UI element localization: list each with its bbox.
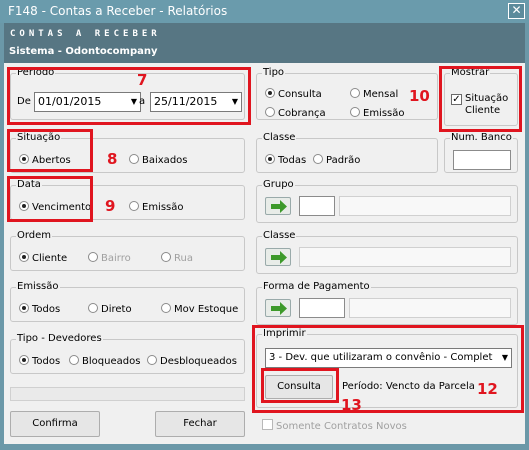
confirma-button[interactable]: Confirma bbox=[10, 411, 100, 437]
arrow-right-icon bbox=[271, 302, 287, 315]
annotation-box-10 bbox=[439, 66, 522, 132]
radio-icon bbox=[88, 303, 98, 313]
grupo-search-button[interactable] bbox=[265, 197, 291, 215]
devedores-bloqueados-radio[interactable]: Bloqueados bbox=[69, 355, 140, 368]
devedores-todos-radio[interactable]: Todos bbox=[19, 355, 60, 368]
ordem-group: Ordem Cliente Bairro Rua bbox=[10, 230, 245, 271]
emissao-legend: Emissão bbox=[16, 281, 60, 293]
radio-icon bbox=[350, 88, 360, 98]
annotation-box-7 bbox=[7, 67, 251, 125]
ordem-cliente-radio[interactable]: Cliente bbox=[19, 252, 67, 265]
tipo-devedores-legend: Tipo - Devedores bbox=[16, 333, 103, 345]
radio-icon bbox=[265, 88, 275, 98]
devedores-desbloqueados-radio[interactable]: Desbloqueados bbox=[147, 355, 237, 368]
annotation-number-9: 9 bbox=[105, 197, 116, 215]
radio-icon bbox=[265, 154, 275, 164]
radio-icon bbox=[88, 252, 98, 262]
emissao-group: Emissão Todos Direto Mov Estoque bbox=[10, 281, 245, 322]
num-banco-group: Num. Banco bbox=[444, 132, 518, 173]
radio-icon bbox=[19, 303, 29, 313]
grupo-code-input[interactable] bbox=[299, 196, 335, 216]
emissao-todos-radio[interactable]: Todos bbox=[19, 303, 60, 316]
ordem-legend: Ordem bbox=[16, 230, 53, 242]
annotation-number-12: 12 bbox=[477, 380, 498, 398]
situacao-baixados-radio[interactable]: Baixados bbox=[129, 154, 188, 167]
annotation-number-13: 13 bbox=[341, 396, 362, 414]
radio-icon bbox=[129, 154, 139, 164]
radio-icon bbox=[129, 201, 139, 211]
radio-icon bbox=[69, 355, 79, 365]
grupo-legend: Grupo bbox=[262, 179, 295, 191]
radio-icon bbox=[147, 355, 157, 365]
progress-bar bbox=[10, 387, 245, 401]
tipo-mensal-radio[interactable]: Mensal bbox=[350, 88, 398, 101]
num-banco-input[interactable] bbox=[453, 150, 511, 170]
emissao-mov-estoque-radio[interactable]: Mov Estoque bbox=[161, 303, 238, 316]
classe2-group: Classe bbox=[256, 230, 518, 274]
arrow-right-icon bbox=[271, 251, 287, 264]
data-emissao-radio[interactable]: Emissão bbox=[129, 201, 184, 214]
classe-todas-radio[interactable]: Todas bbox=[265, 154, 306, 167]
classe2-description-field bbox=[299, 247, 511, 267]
classe-legend: Classe bbox=[262, 132, 297, 144]
forma-pagamento-search-button[interactable] bbox=[265, 299, 291, 317]
tipo-cobranca-radio[interactable]: Cobrança bbox=[265, 107, 326, 120]
annotation-box-8 bbox=[7, 129, 93, 172]
tipo-devedores-group: Tipo - Devedores Todos Bloqueados Desblo… bbox=[10, 333, 245, 374]
classe-group: Classe Todas Padrão bbox=[256, 132, 438, 173]
radio-icon bbox=[19, 355, 29, 365]
radio-icon bbox=[161, 303, 171, 313]
fechar-button[interactable]: Fechar bbox=[155, 411, 245, 437]
radio-icon bbox=[161, 252, 171, 262]
ordem-bairro-radio[interactable]: Bairro bbox=[88, 252, 131, 265]
ordem-rua-radio[interactable]: Rua bbox=[161, 252, 193, 265]
annotation-box-9 bbox=[7, 176, 93, 222]
forma-pagamento-group: Forma de Pagamento bbox=[256, 281, 518, 325]
radio-icon bbox=[313, 154, 323, 164]
radio-icon bbox=[265, 107, 275, 117]
report-header: CONTAS A RECEBER Sistema - Odontocompany bbox=[4, 23, 525, 63]
num-banco-legend: Num. Banco bbox=[450, 132, 513, 144]
grupo-description-field bbox=[339, 196, 511, 216]
classe2-search-button[interactable] bbox=[265, 248, 291, 266]
somente-contratos-checkbox[interactable]: Somente Contratos Novos bbox=[262, 419, 407, 433]
forma-pagamento-description-field bbox=[349, 298, 511, 318]
tipo-emissao-radio[interactable]: Emissão bbox=[350, 107, 405, 120]
classe2-legend: Classe bbox=[262, 230, 297, 242]
radio-icon bbox=[19, 252, 29, 262]
window-title: F148 - Contas a Receber - Relatórios bbox=[0, 0, 529, 23]
classe-padrao-radio[interactable]: Padrão bbox=[313, 154, 360, 167]
grupo-group: Grupo bbox=[256, 179, 518, 223]
form-body: Período De 01/01/2015 ▼ a 25/11/2015 ▼ Tip… bbox=[4, 63, 525, 444]
annotation-number-8: 8 bbox=[107, 150, 118, 168]
radio-icon bbox=[350, 107, 360, 117]
close-button[interactable]: ✕ bbox=[508, 3, 525, 19]
arrow-right-icon bbox=[271, 200, 287, 213]
header-title: CONTAS A RECEBER bbox=[10, 29, 161, 39]
emissao-direto-radio[interactable]: Direto bbox=[88, 303, 132, 316]
checkbox-icon bbox=[262, 419, 273, 430]
header-subtitle: Sistema - Odontocompany bbox=[9, 46, 158, 57]
forma-pagamento-code-input[interactable] bbox=[299, 298, 345, 318]
tipo-legend: Tipo bbox=[262, 67, 286, 79]
forma-pagamento-legend: Forma de Pagamento bbox=[262, 281, 371, 293]
annotation-number-7: 7 bbox=[137, 71, 148, 89]
annotation-number-10: 10 bbox=[409, 87, 430, 105]
tipo-consulta-radio[interactable]: Consulta bbox=[265, 88, 322, 101]
annotation-box-13 bbox=[261, 368, 339, 403]
window-frame: F148 - Contas a Receber - Relatórios ✕ C… bbox=[0, 0, 529, 450]
